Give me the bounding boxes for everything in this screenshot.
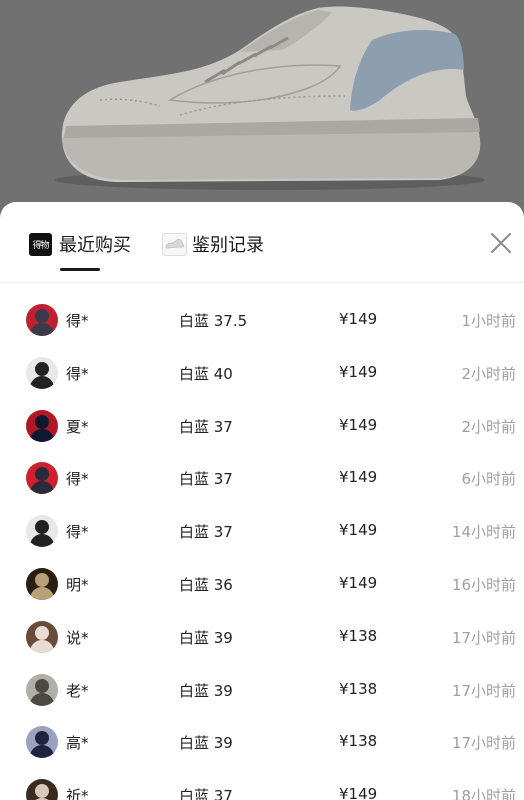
purchase-time: 18小时前 (451, 787, 516, 800)
buyer-avatar (26, 620, 58, 653)
buyer-name: 得* (66, 364, 89, 383)
purchase-list: 得* 白蓝 37.5 ¥149 1小时前 得* 白蓝 40 ¥149 2小时前 夏* 白蓝 37 ¥… (0, 294, 524, 800)
purchase-price: ¥138 (339, 732, 378, 751)
purchase-row: 说* 白蓝 39 ¥138 17小时前 (0, 611, 524, 664)
buyer-name: 得* (66, 312, 89, 330)
buyer-avatar (26, 462, 58, 495)
buyer-name: 得* (66, 523, 89, 542)
product-spec: 白蓝 39 (179, 628, 233, 647)
purchase-time: 2小时前 (461, 417, 516, 436)
recent-purchases-sheet: 得物 最近购买 鉴别记录 得* 白蓝 37.5 ¥149 1小时前 得* 白蓝 40 ¥14… (0, 202, 524, 800)
product-spec: 白蓝 39 (179, 734, 233, 753)
buyer-avatar (26, 515, 58, 548)
purchase-price: ¥138 (339, 679, 378, 698)
buyer-avatar (26, 779, 58, 800)
purchase-price: ¥149 (339, 362, 378, 381)
tab-recent-purchases[interactable]: 得物 最近购买 (29, 230, 131, 258)
product-spec: 白蓝 39 (179, 681, 233, 700)
purchase-time: 1小时前 (461, 312, 516, 330)
purchase-price: ¥149 (339, 573, 378, 592)
purchase-row: 老* 白蓝 39 ¥138 17小时前 (0, 664, 524, 717)
product-spec: 白蓝 40 (179, 364, 233, 383)
tab-authentication-records-label: 鉴别记录 (192, 235, 264, 256)
purchase-row: 得* 白蓝 37.5 ¥149 1小时前 (0, 294, 524, 347)
purchase-time: 16小时前 (451, 575, 516, 594)
purchase-row: 得* 白蓝 37 ¥149 14小时前 (0, 505, 524, 558)
purchase-time: 17小时前 (451, 628, 516, 647)
buyer-avatar (26, 673, 58, 706)
buyer-avatar (26, 726, 58, 759)
buyer-name: 老* (66, 681, 89, 700)
product-spec: 白蓝 36 (179, 575, 233, 594)
purchase-row: 明* 白蓝 36 ¥149 16小时前 (0, 558, 524, 611)
sheet-tab-bar: 得物 最近购买 鉴别记录 (0, 202, 524, 283)
buyer-name: 得* (66, 470, 89, 489)
purchase-price: ¥149 (339, 521, 378, 540)
purchase-time: 2小时前 (461, 364, 516, 383)
product-spec: 白蓝 37.5 (179, 312, 248, 330)
buyer-name: 夏* (66, 417, 89, 436)
product-image-backdrop (0, 0, 524, 210)
product-spec: 白蓝 37 (179, 417, 233, 436)
product-spec: 白蓝 37 (179, 787, 233, 800)
purchase-time: 14小时前 (451, 523, 516, 542)
purchase-time: 17小时前 (451, 734, 516, 753)
sneaker-product-image (55, 6, 485, 190)
purchase-row: 夏* 白蓝 37 ¥149 2小时前 (0, 400, 524, 453)
purchase-price: ¥149 (339, 785, 378, 800)
purchase-time: 6小时前 (461, 470, 516, 489)
buyer-name: 祈* (66, 787, 89, 800)
purchase-price: ¥138 (339, 626, 378, 645)
purchase-price: ¥149 (339, 468, 378, 487)
purchase-row: 高* 白蓝 39 ¥138 17小时前 (0, 716, 524, 769)
buyer-avatar (26, 304, 58, 336)
purchase-row: 祈* 白蓝 37 ¥149 18小时前 (0, 769, 524, 800)
purchase-price: ¥149 (339, 310, 378, 328)
purchase-row: 得* 白蓝 37 ¥149 6小时前 (0, 452, 524, 505)
tab-recent-purchases-label: 最近购买 (59, 235, 131, 256)
buyer-avatar (26, 409, 58, 442)
product-spec: 白蓝 37 (179, 523, 233, 542)
buyer-name: 高* (66, 734, 89, 753)
close-icon[interactable] (490, 232, 512, 254)
buyer-avatar (26, 356, 58, 389)
tab-authentication-records[interactable]: 鉴别记录 (162, 230, 264, 258)
sneaker-thumbnail-icon (162, 232, 187, 256)
dewu-logo-icon: 得物 (29, 232, 52, 256)
purchase-row: 得* 白蓝 40 ¥149 2小时前 (0, 347, 524, 400)
active-tab-indicator (60, 268, 100, 271)
purchase-time: 17小时前 (451, 681, 516, 700)
buyer-name: 说* (66, 628, 89, 647)
purchase-price: ¥149 (339, 415, 378, 434)
buyer-avatar (26, 567, 58, 600)
buyer-name: 明* (66, 575, 89, 594)
product-spec: 白蓝 37 (179, 470, 233, 489)
